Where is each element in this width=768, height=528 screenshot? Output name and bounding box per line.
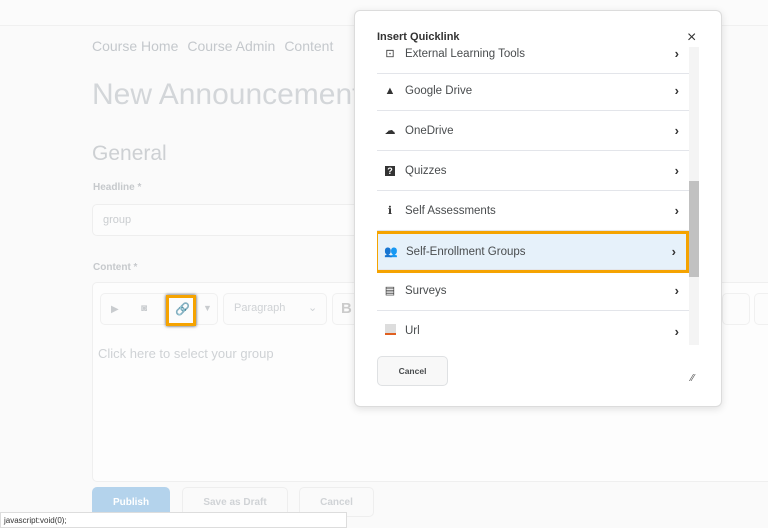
list-item[interactable]: ▲ Google Drive › <box>377 71 689 111</box>
status-bar: javascript:void(0); <box>0 512 347 528</box>
list-item[interactable]: ? Quizzes › <box>377 151 689 191</box>
list-item[interactable]: Url › <box>377 311 689 346</box>
nav-content[interactable]: Content <box>284 38 333 54</box>
list-item[interactable]: ☁ OneDrive › <box>377 111 689 151</box>
page-title: New Announcement <box>92 78 361 111</box>
format-select-value: Paragraph <box>234 302 286 314</box>
insert-quicklink-dialog: Insert Quicklink × ⊡ External Learning To… <box>354 10 722 407</box>
insert-quicklink-button[interactable]: 🔗 <box>166 295 196 326</box>
camera-icon[interactable]: ◙ <box>141 303 147 314</box>
chevron-down-icon[interactable]: ▼ <box>203 303 212 313</box>
nav-course-admin[interactable]: Course Admin <box>187 38 275 54</box>
resize-handle-icon[interactable]: ⁄⁄ <box>691 373 694 384</box>
scrollbar-thumb[interactable] <box>689 181 699 277</box>
chevron-right-icon: › <box>674 163 679 178</box>
chevron-right-icon: › <box>674 283 679 298</box>
list-item[interactable]: ▤ Surveys › <box>377 271 689 311</box>
quiz-icon: ? <box>385 165 395 176</box>
quicklink-list: ⊡ External Learning Tools › ▲ Google Drive ›… <box>377 44 689 346</box>
chevron-right-icon: › <box>674 123 679 138</box>
headline-input[interactable]: group <box>92 204 362 236</box>
google-drive-icon: ▲ <box>384 84 396 97</box>
chevron-down-icon: ⌄ <box>308 302 318 314</box>
groups-icon: 👥 <box>384 246 398 258</box>
list-item[interactable]: ⊡ External Learning Tools › <box>377 44 689 74</box>
more-dropdown[interactable] <box>722 293 750 325</box>
headline-label: Headline * <box>93 182 142 193</box>
chevron-right-icon: › <box>674 46 679 61</box>
item-label: External Learning Tools <box>405 47 525 60</box>
item-label: OneDrive <box>405 124 454 137</box>
external-tool-icon: ⊡ <box>385 48 395 60</box>
item-label: Self-Enrollment Groups <box>406 245 526 258</box>
chevron-right-icon: › <box>671 244 676 259</box>
insert-toolbar-group: ▶ ◙ 🔗 ▼ <box>100 293 218 326</box>
clipboard-icon: ▤ <box>384 285 396 297</box>
cloud-icon: ☁ <box>384 125 396 137</box>
link-icon: 🔗 <box>175 302 190 316</box>
dialog-title: Insert Quicklink <box>377 31 460 43</box>
course-nav: Course Home Course Admin Content <box>92 38 333 54</box>
item-label: Quizzes <box>405 164 447 177</box>
format-select[interactable]: Paragraph ⌄ <box>223 293 327 325</box>
section-title: General <box>92 142 167 165</box>
chevron-right-icon: › <box>674 83 679 98</box>
self-assessment-icon: ℹ <box>387 205 393 217</box>
toolbar-button[interactable] <box>754 293 768 325</box>
dialog-cancel-button[interactable]: Cancel <box>377 356 448 386</box>
content-label: Content * <box>93 262 138 273</box>
item-label: Google Drive <box>405 84 473 97</box>
editor-placeholder: Click here to select your group <box>98 346 274 361</box>
list-item-selected[interactable]: 👥 Self-Enrollment Groups › <box>377 231 689 273</box>
nav-course-home[interactable]: Course Home <box>92 38 178 54</box>
chevron-right-icon: › <box>674 323 679 339</box>
item-label: Self Assessments <box>405 204 496 217</box>
url-icon <box>383 324 397 338</box>
list-item[interactable]: ℹ Self Assessments › <box>377 191 689 231</box>
video-icon[interactable]: ▶ <box>111 304 119 315</box>
item-label: Surveys <box>405 284 447 297</box>
item-label: Url <box>405 325 420 337</box>
chevron-right-icon: › <box>674 203 679 218</box>
